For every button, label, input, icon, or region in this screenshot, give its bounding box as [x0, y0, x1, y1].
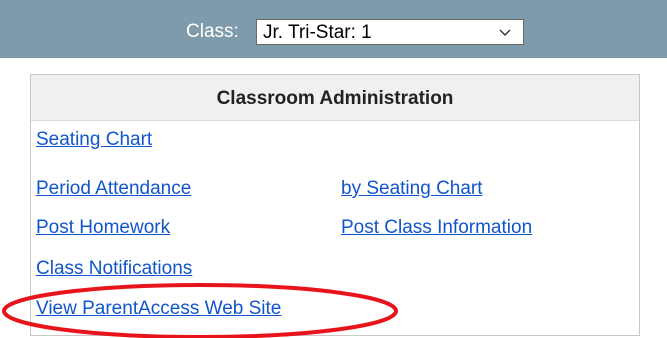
- class-select[interactable]: Jr. Tri-Star: 1: [256, 19, 524, 45]
- chevron-down-icon: [499, 29, 511, 36]
- seating-chart-link[interactable]: Seating Chart: [36, 129, 152, 151]
- class-select-value: Jr. Tri-Star: 1: [263, 22, 372, 43]
- class-label: Class:: [186, 21, 239, 42]
- classroom-administration-panel: Classroom Administration: [30, 74, 640, 336]
- panel-title: Classroom Administration: [216, 88, 454, 109]
- class-selector-bar: Class: Jr. Tri-Star: 1: [0, 0, 667, 58]
- by-seating-chart-link[interactable]: by Seating Chart: [341, 178, 483, 200]
- view-parentaccess-web-site-link[interactable]: View ParentAccess Web Site: [36, 298, 281, 320]
- class-notifications-link[interactable]: Class Notifications: [36, 258, 192, 280]
- period-attendance-link[interactable]: Period Attendance: [36, 178, 191, 200]
- post-homework-link[interactable]: Post Homework: [36, 217, 170, 239]
- panel-header: Classroom Administration: [31, 75, 639, 121]
- post-class-information-link[interactable]: Post Class Information: [341, 217, 532, 239]
